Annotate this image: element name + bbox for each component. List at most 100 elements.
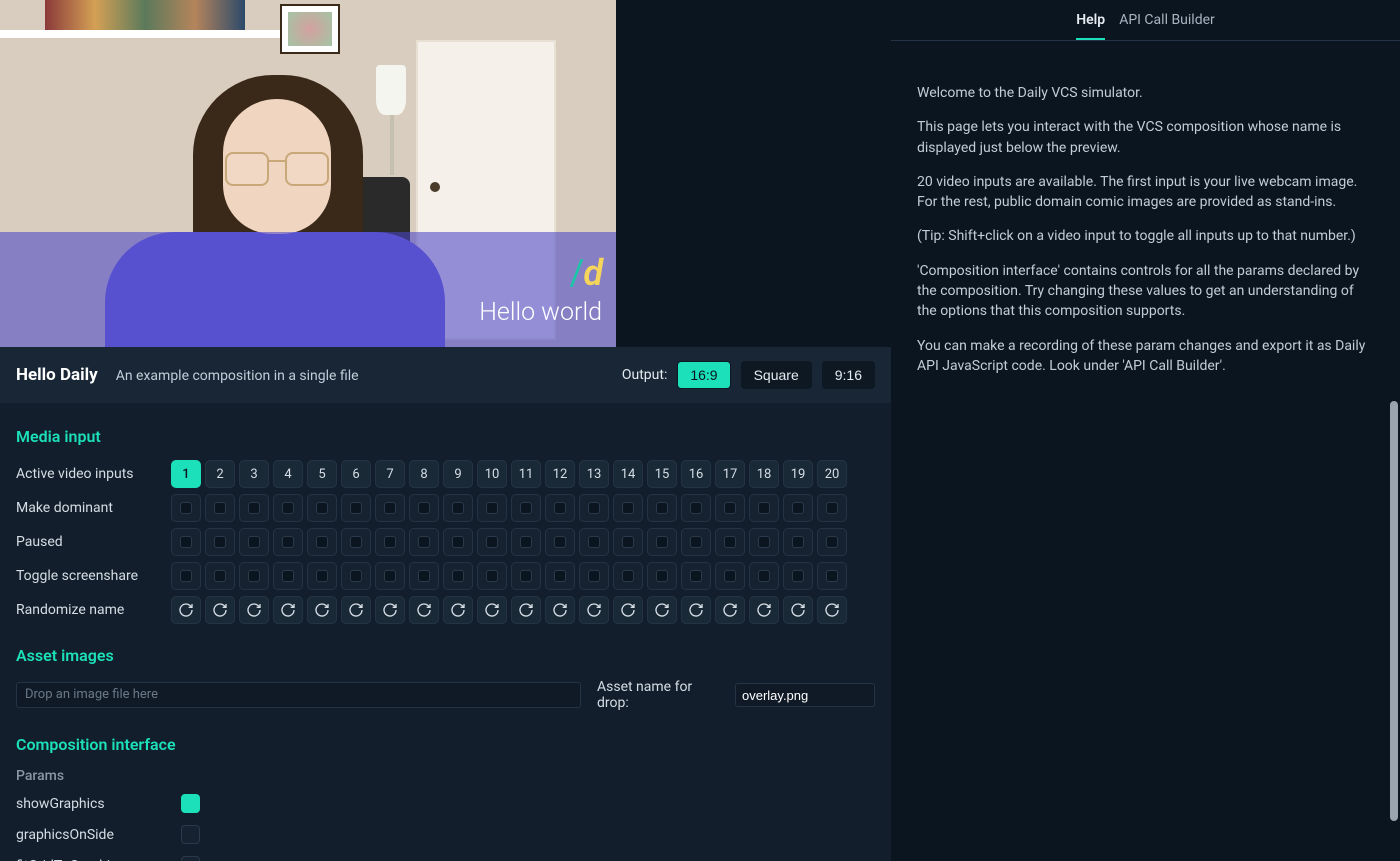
screenshare-checkbox-3[interactable] — [239, 562, 269, 590]
paused-checkbox-1[interactable] — [171, 528, 201, 556]
screenshare-checkbox-7[interactable] — [375, 562, 405, 590]
paused-checkbox-14[interactable] — [613, 528, 643, 556]
dominant-checkbox-13[interactable] — [579, 494, 609, 522]
screenshare-checkbox-1[interactable] — [171, 562, 201, 590]
dominant-checkbox-17[interactable] — [715, 494, 745, 522]
randomize-name-button-13[interactable] — [579, 596, 609, 624]
video-input-19-toggle[interactable]: 19 — [783, 460, 813, 488]
randomize-name-button-19[interactable] — [783, 596, 813, 624]
screenshare-checkbox-13[interactable] — [579, 562, 609, 590]
paused-checkbox-17[interactable] — [715, 528, 745, 556]
param-checkbox-fitGridToGraphics[interactable] — [181, 856, 200, 861]
randomize-name-button-6[interactable] — [341, 596, 371, 624]
video-input-7-toggle[interactable]: 7 — [375, 460, 405, 488]
randomize-name-button-15[interactable] — [647, 596, 677, 624]
paused-checkbox-5[interactable] — [307, 528, 337, 556]
paused-checkbox-7[interactable] — [375, 528, 405, 556]
video-input-20-toggle[interactable]: 20 — [817, 460, 847, 488]
paused-checkbox-15[interactable] — [647, 528, 677, 556]
video-input-13-toggle[interactable]: 13 — [579, 460, 609, 488]
video-input-14-toggle[interactable]: 14 — [613, 460, 643, 488]
randomize-name-button-4[interactable] — [273, 596, 303, 624]
screenshare-checkbox-6[interactable] — [341, 562, 371, 590]
controls-scroll-area[interactable]: Media input Active video inputs 12345678… — [0, 403, 891, 861]
randomize-name-button-7[interactable] — [375, 596, 405, 624]
screenshare-checkbox-18[interactable] — [749, 562, 779, 590]
dominant-checkbox-6[interactable] — [341, 494, 371, 522]
video-input-17-toggle[interactable]: 17 — [715, 460, 745, 488]
randomize-name-button-20[interactable] — [817, 596, 847, 624]
randomize-name-button-12[interactable] — [545, 596, 575, 624]
randomize-name-button-9[interactable] — [443, 596, 473, 624]
dominant-checkbox-11[interactable] — [511, 494, 541, 522]
paused-checkbox-10[interactable] — [477, 528, 507, 556]
video-input-11-toggle[interactable]: 11 — [511, 460, 541, 488]
dominant-checkbox-2[interactable] — [205, 494, 235, 522]
dominant-checkbox-4[interactable] — [273, 494, 303, 522]
screenshare-checkbox-19[interactable] — [783, 562, 813, 590]
paused-checkbox-4[interactable] — [273, 528, 303, 556]
screenshare-checkbox-2[interactable] — [205, 562, 235, 590]
dominant-checkbox-15[interactable] — [647, 494, 677, 522]
tab-help[interactable]: Help — [1076, 12, 1105, 40]
randomize-name-button-1[interactable] — [171, 596, 201, 624]
scrollbar-thumb[interactable] — [1390, 401, 1398, 821]
aspect-9-16-button[interactable]: 9:16 — [822, 361, 875, 389]
screenshare-checkbox-5[interactable] — [307, 562, 337, 590]
aspect-16-9-button[interactable]: 16:9 — [677, 361, 730, 389]
video-input-5-toggle[interactable]: 5 — [307, 460, 337, 488]
randomize-name-button-14[interactable] — [613, 596, 643, 624]
video-input-15-toggle[interactable]: 15 — [647, 460, 677, 488]
paused-checkbox-16[interactable] — [681, 528, 711, 556]
dominant-checkbox-9[interactable] — [443, 494, 473, 522]
video-input-9-toggle[interactable]: 9 — [443, 460, 473, 488]
video-input-6-toggle[interactable]: 6 — [341, 460, 371, 488]
dominant-checkbox-5[interactable] — [307, 494, 337, 522]
dominant-checkbox-12[interactable] — [545, 494, 575, 522]
dominant-checkbox-8[interactable] — [409, 494, 439, 522]
asset-name-input[interactable] — [735, 683, 875, 707]
paused-checkbox-18[interactable] — [749, 528, 779, 556]
param-checkbox-graphicsOnSide[interactable] — [181, 825, 200, 844]
paused-checkbox-20[interactable] — [817, 528, 847, 556]
paused-checkbox-8[interactable] — [409, 528, 439, 556]
dominant-checkbox-1[interactable] — [171, 494, 201, 522]
asset-drop-zone[interactable]: Drop an image file here — [16, 682, 581, 708]
dominant-checkbox-3[interactable] — [239, 494, 269, 522]
dominant-checkbox-18[interactable] — [749, 494, 779, 522]
randomize-name-button-10[interactable] — [477, 596, 507, 624]
video-input-8-toggle[interactable]: 8 — [409, 460, 439, 488]
dominant-checkbox-19[interactable] — [783, 494, 813, 522]
screenshare-checkbox-15[interactable] — [647, 562, 677, 590]
screenshare-checkbox-8[interactable] — [409, 562, 439, 590]
screenshare-checkbox-12[interactable] — [545, 562, 575, 590]
video-input-2-toggle[interactable]: 2 — [205, 460, 235, 488]
randomize-name-button-17[interactable] — [715, 596, 745, 624]
video-input-16-toggle[interactable]: 16 — [681, 460, 711, 488]
screenshare-checkbox-4[interactable] — [273, 562, 303, 590]
paused-checkbox-3[interactable] — [239, 528, 269, 556]
dominant-checkbox-10[interactable] — [477, 494, 507, 522]
aspect-square-button[interactable]: Square — [741, 361, 812, 389]
video-input-10-toggle[interactable]: 10 — [477, 460, 507, 488]
screenshare-checkbox-20[interactable] — [817, 562, 847, 590]
paused-checkbox-11[interactable] — [511, 528, 541, 556]
paused-checkbox-9[interactable] — [443, 528, 473, 556]
paused-checkbox-2[interactable] — [205, 528, 235, 556]
screenshare-checkbox-17[interactable] — [715, 562, 745, 590]
dominant-checkbox-16[interactable] — [681, 494, 711, 522]
randomize-name-button-11[interactable] — [511, 596, 541, 624]
video-input-18-toggle[interactable]: 18 — [749, 460, 779, 488]
randomize-name-button-8[interactable] — [409, 596, 439, 624]
randomize-name-button-16[interactable] — [681, 596, 711, 624]
dominant-checkbox-14[interactable] — [613, 494, 643, 522]
randomize-name-button-5[interactable] — [307, 596, 337, 624]
paused-checkbox-13[interactable] — [579, 528, 609, 556]
screenshare-checkbox-11[interactable] — [511, 562, 541, 590]
tab-api-call-builder[interactable]: API Call Builder — [1119, 12, 1215, 40]
video-input-3-toggle[interactable]: 3 — [239, 460, 269, 488]
randomize-name-button-18[interactable] — [749, 596, 779, 624]
dominant-checkbox-20[interactable] — [817, 494, 847, 522]
video-input-12-toggle[interactable]: 12 — [545, 460, 575, 488]
screenshare-checkbox-16[interactable] — [681, 562, 711, 590]
